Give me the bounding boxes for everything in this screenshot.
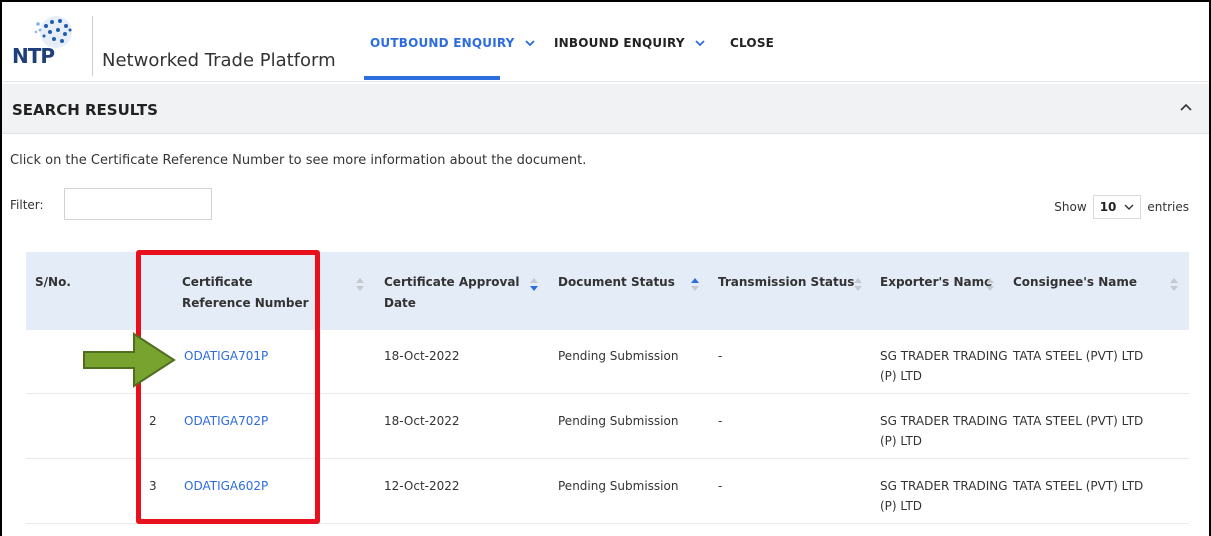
cell-approval-date: 18-Oct-2022 [384,414,460,428]
search-results-header: SEARCH RESULTS [2,84,1209,134]
cell-document-status: Pending Submission [558,414,679,428]
entries-select-value: 10 [1099,200,1117,214]
cell-transmission-status: - [718,349,723,363]
cell-consignee-name: TATA STEEL (PVT) LTD [1013,414,1144,428]
col-header-consignee-name[interactable]: Consignee's Name [1013,272,1137,293]
active-nav-indicator [364,76,500,80]
filter-label: Filter: [10,198,44,212]
col-header-sno[interactable]: S/No. [35,272,71,293]
sort-icon[interactable] [356,278,364,296]
nav-close[interactable]: CLOSE [730,36,774,50]
panel-title: SEARCH RESULTS [12,101,158,119]
col-label: S/No. [35,275,71,289]
info-text: Click on the Certificate Reference Numbe… [10,153,587,168]
col-label: Transmission Status [718,275,855,289]
nav-close-label: CLOSE [730,36,775,50]
col-label: Certificate Approval Date [384,275,520,310]
logo-text: NTP [12,44,55,68]
sort-icon[interactable] [854,278,862,296]
entries-label: entries [1147,200,1189,214]
sort-icon[interactable] [986,278,994,296]
cell-document-status: Pending Submission [558,349,679,363]
nav-outbound-label: OUTBOUND ENQUIRY [370,36,515,50]
cell-transmission-status: - [718,479,723,493]
col-header-exporter-name[interactable]: Exporter's Name [880,272,992,293]
sort-asc-icon[interactable] [691,278,699,296]
logo-divider [92,16,93,76]
entries-select[interactable]: 10 [1092,195,1142,219]
chevron-down-icon [1124,204,1134,210]
col-header-transmission-status[interactable]: Transmission Status [718,272,854,293]
cell-approval-date: 12-Oct-2022 [384,479,460,493]
col-header-document-status[interactable]: Document Status [558,272,675,293]
chevron-up-icon [1180,103,1192,111]
cell-consignee-name: TATA STEEL (PVT) LTD [1013,349,1144,363]
collapse-button[interactable] [1179,96,1193,117]
cell-transmission-status: - [718,414,723,428]
chevron-down-icon [525,40,535,47]
nav-outbound-enquiry[interactable]: OUTBOUND ENQUIRY [370,36,535,50]
arrow-icon [83,332,176,388]
show-label: Show [1054,200,1087,214]
top-nav-bar: NTP Networked Trade Platform OUTBOUND EN… [0,0,1211,82]
col-label: Consignee's Name [1013,275,1138,289]
ntp-logo[interactable]: NTP [12,12,92,74]
cell-exporter-name: SG TRADER TRADING (P) LTD [880,414,1008,448]
nav-inbound-enquiry[interactable]: INBOUND ENQUIRY [554,36,705,50]
chevron-down-icon [695,40,705,47]
cell-exporter-name: SG TRADER TRADING (P) LTD [880,479,1008,513]
sort-desc-icon[interactable] [530,278,538,296]
cell-document-status: Pending Submission [558,479,679,493]
cell-exporter-name: SG TRADER TRADING (P) LTD [880,349,1008,383]
col-label: Exporter's Name [880,275,993,289]
cell-approval-date: 18-Oct-2022 [384,349,460,363]
cell-consignee-name: TATA STEEL (PVT) LTD [1013,479,1144,493]
filter-input[interactable] [64,188,212,220]
nav-inbound-label: INBOUND ENQUIRY [554,36,685,50]
page-length-control: Show 10 entries [1054,195,1189,219]
col-header-approval-date[interactable]: Certificate Approval Date [384,272,524,314]
sort-icon[interactable] [1170,278,1178,296]
col-label: Document Status [558,275,675,289]
brand-name: Networked Trade Platform [102,50,336,71]
